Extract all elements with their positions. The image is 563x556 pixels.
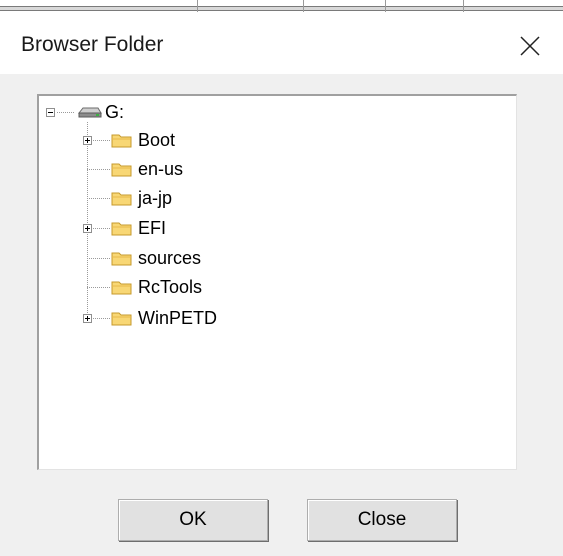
tree-root-label: G:: [105, 101, 125, 122]
background-window-border: [0, 6, 563, 11]
dialog-title: Browser Folder: [21, 33, 164, 56]
expand-toggle-efi[interactable]: [83, 224, 92, 233]
background-divider: [197, 0, 198, 12]
ok-button[interactable]: OK: [118, 499, 268, 541]
folder-icon: [111, 134, 132, 148]
tree-item-winpetd[interactable]: WinPETD: [111, 306, 217, 330]
tree-item-ja-jp[interactable]: ja-jp: [111, 186, 172, 210]
root-collapse-toggle[interactable]: [46, 108, 55, 117]
tree-item-label: WinPETD: [138, 307, 218, 328]
dialog-body: G: Boot en-us ja-jp EFI sources RcTools …: [0, 74, 563, 556]
tree-item-label: sources: [138, 247, 202, 268]
background-window-edge: [0, 0, 563, 14]
folder-icon: [111, 163, 132, 177]
tree-item-label: EFI: [138, 217, 167, 238]
tree-item-label: en-us: [138, 158, 184, 179]
tree-item-efi[interactable]: EFI: [111, 216, 166, 240]
folder-icon: [111, 281, 132, 295]
background-divider: [385, 0, 386, 12]
tree-item-label: RcTools: [138, 276, 203, 297]
background-divider: [303, 0, 304, 12]
folder-icon: [111, 222, 132, 236]
tree-item-boot[interactable]: Boot: [111, 128, 175, 152]
folder-icon: [111, 192, 132, 206]
tree-item-rctools[interactable]: RcTools: [111, 275, 202, 299]
tree-item-label: ja-jp: [138, 187, 173, 208]
folder-icon: [111, 312, 132, 326]
tree-root-drive[interactable]: G:: [77, 100, 124, 124]
drive-icon: [77, 107, 102, 118]
dialog-titlebar: Browser Folder: [0, 14, 563, 74]
close-icon[interactable]: [516, 32, 544, 60]
expand-toggle-boot[interactable]: [83, 136, 92, 145]
tree-item-en-us[interactable]: en-us: [111, 157, 183, 181]
folder-icon: [111, 252, 132, 266]
tree-item-sources[interactable]: sources: [111, 246, 201, 270]
expand-toggle-winpetd[interactable]: [83, 314, 92, 323]
tree-item-label: Boot: [138, 129, 176, 150]
folder-tree[interactable]: G: Boot en-us ja-jp EFI sources RcTools …: [37, 94, 517, 470]
background-divider: [463, 0, 464, 12]
close-button[interactable]: Close: [307, 499, 457, 541]
